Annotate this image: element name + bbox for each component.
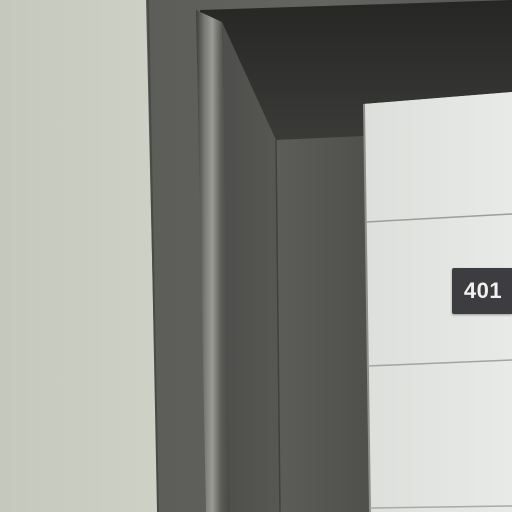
wall	[0, 0, 160, 512]
door-stop	[276, 136, 370, 512]
door-scene: 401	[0, 0, 512, 512]
room-number: 401	[463, 278, 503, 303]
doorway-illustration	[0, 0, 512, 512]
room-number-sign: 401	[452, 268, 512, 314]
